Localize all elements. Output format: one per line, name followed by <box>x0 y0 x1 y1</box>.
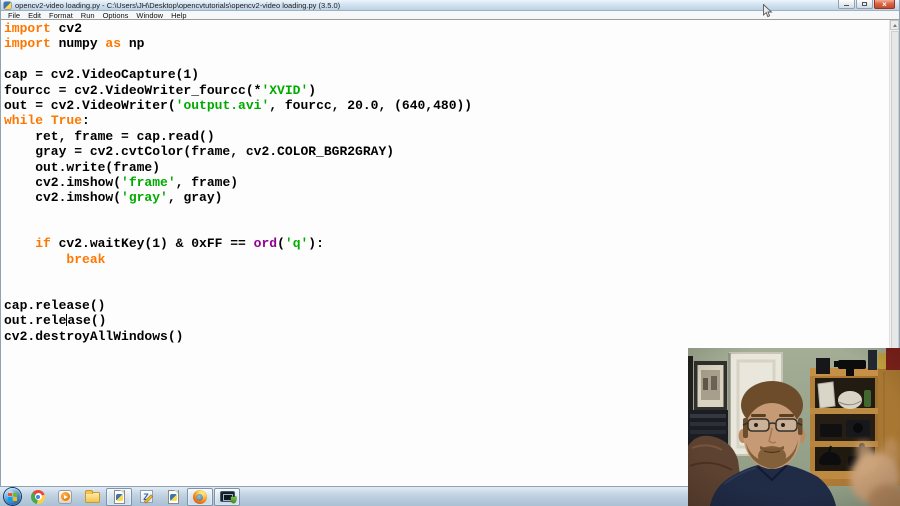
menu-item-help[interactable]: Help <box>167 11 190 20</box>
webcam-picture <box>688 348 900 506</box>
python-file-icon <box>167 489 179 504</box>
minimize-icon <box>844 4 849 7</box>
code-line: while True: <box>4 113 90 129</box>
code-line: out = cv2.VideoWriter('output.avi', four… <box>4 97 473 113</box>
taskbar-monitor-app-button[interactable] <box>214 487 240 506</box>
menu-item-file[interactable]: File <box>4 11 24 20</box>
code-line: ret, frame = cap.read() <box>4 128 215 144</box>
restore-button[interactable] <box>856 0 873 9</box>
monitor-app-icon <box>219 491 236 503</box>
code-line: cap = cv2.VideoCapture(1) <box>4 67 200 83</box>
taskbar-python-file-button[interactable] <box>160 488 186 506</box>
code-line: import cv2 <box>4 21 83 36</box>
taskbar-z-editor-button[interactable] <box>133 488 159 506</box>
titlebar[interactable]: opencv2-video loading.py - C:\Users\JH\D… <box>1 0 899 11</box>
menu-item-edit[interactable]: Edit <box>24 11 45 20</box>
scroll-up-button[interactable] <box>890 20 899 30</box>
code-line: out.release() <box>4 313 107 329</box>
code-line: break <box>66 251 106 267</box>
code-line: fourcc = cv2.VideoWriter_fourcc(*'XVID') <box>4 82 317 98</box>
explorer-icon <box>84 489 100 503</box>
webcam-overlay <box>688 348 900 506</box>
menu-item-window[interactable]: Window <box>132 11 167 20</box>
code-line: cv2.imshow('frame', frame) <box>4 174 239 190</box>
python-file-icon <box>4 1 11 9</box>
start-button[interactable] <box>4 488 21 505</box>
window-controls: × <box>837 0 895 9</box>
chrome-icon <box>31 489 45 504</box>
menu-item-format[interactable]: Format <box>45 11 77 20</box>
taskbar-python-idle-button[interactable] <box>106 487 132 506</box>
menu-item-options[interactable]: Options <box>99 11 133 20</box>
code-line: cap.release() <box>4 298 106 314</box>
window-title: opencv2-video loading.py - C:\Users\JH\D… <box>15 0 341 10</box>
minimize-button[interactable] <box>838 0 855 9</box>
menu-item-run[interactable]: Run <box>77 11 99 20</box>
code-line: cv2.imshow('gray', gray) <box>4 190 223 206</box>
code-line: import numpy as np <box>4 36 145 52</box>
arrow-up-icon <box>892 23 897 27</box>
restore-icon <box>862 2 867 6</box>
vignette <box>688 348 900 506</box>
media-player-icon <box>58 489 72 504</box>
windows-flag-icon <box>8 492 17 501</box>
screen: opencv2-video loading.py - C:\Users\JH\D… <box>0 0 900 506</box>
taskbar-media-player-button[interactable] <box>52 488 78 506</box>
taskbar-explorer-button[interactable] <box>79 488 105 506</box>
code-line: cv2.destroyAllWindows() <box>4 328 184 344</box>
menubar: File Edit Format Run Options Window Help <box>1 11 899 20</box>
z-editor-app-icon <box>139 490 153 503</box>
python-idle-icon <box>113 489 125 504</box>
code-line: if cv2.waitKey(1) & 0xFF == ord('q'): <box>35 236 324 252</box>
taskbar-firefox-button[interactable] <box>187 487 213 506</box>
code-line: gray = cv2.cvtColor(frame, cv2.COLOR_BGR… <box>4 144 395 160</box>
taskbar-chrome-button[interactable] <box>25 488 51 506</box>
firefox-icon <box>193 489 207 504</box>
close-icon: × <box>882 0 887 9</box>
close-button[interactable]: × <box>874 0 895 9</box>
code-line: out.write(frame) <box>4 159 161 175</box>
